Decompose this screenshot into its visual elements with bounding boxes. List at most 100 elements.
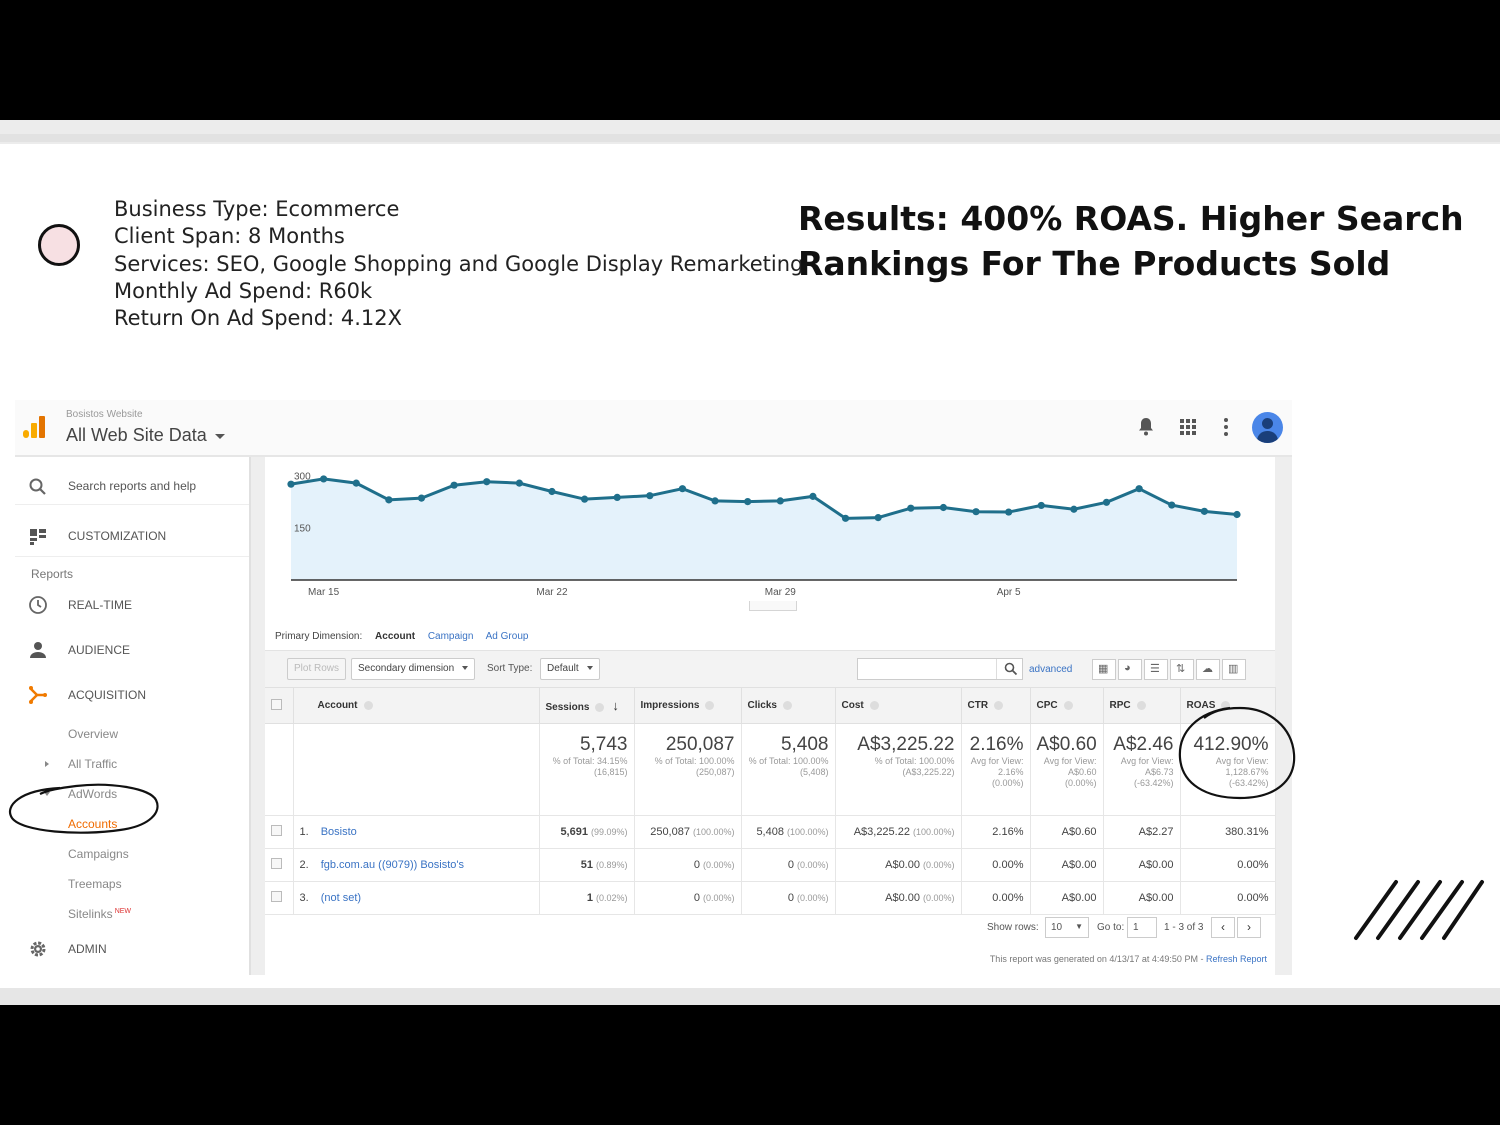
sort-type-dropdown[interactable]: Default	[540, 658, 600, 680]
account-link[interactable]: fgb.com.au ((9079)) Bosisto's	[321, 859, 464, 871]
dimension-ad-group[interactable]: Ad Group	[486, 631, 529, 642]
dimension-account[interactable]: Account	[375, 631, 415, 642]
apps-grid-icon[interactable]	[1176, 415, 1200, 439]
term-cloud-button[interactable]: ☁	[1196, 659, 1220, 680]
data-point[interactable]	[809, 492, 817, 500]
help-icon[interactable]	[782, 700, 792, 710]
account-link[interactable]: (not set)	[321, 892, 361, 904]
data-point[interactable]	[972, 508, 980, 516]
advanced-filter-link[interactable]: advanced	[1029, 664, 1072, 675]
help-icon[interactable]	[1136, 700, 1146, 710]
chart-resize-handle[interactable]	[749, 601, 797, 611]
data-point[interactable]	[320, 475, 328, 483]
data-point[interactable]	[483, 478, 491, 486]
row-checkbox[interactable]	[271, 858, 282, 869]
sidebar-item-customization[interactable]: CUSTOMIZATION	[15, 523, 249, 557]
data-point[interactable]	[646, 492, 654, 500]
col-rpc[interactable]: RPC	[1103, 687, 1181, 724]
account-link[interactable]: Bosisto	[321, 826, 357, 838]
sidebar-item-campaigns[interactable]: Campaigns	[68, 847, 129, 861]
secondary-dimension-dropdown[interactable]: Secondary dimension	[351, 658, 476, 680]
data-point[interactable]	[580, 495, 589, 503]
plot-rows-button[interactable]: Plot Rows	[287, 658, 347, 680]
data-point[interactable]	[385, 496, 393, 504]
row-checkbox[interactable]	[271, 891, 282, 902]
data-point[interactable]	[613, 493, 621, 502]
performance-view-button[interactable]: ☰	[1144, 659, 1168, 680]
help-icon[interactable]	[595, 702, 605, 712]
col-cpc[interactable]: CPC	[1030, 687, 1104, 724]
view-selector[interactable]: All Web Site Data	[66, 425, 225, 446]
table-search-input[interactable]	[857, 658, 1023, 680]
col-clicks[interactable]: Clicks	[741, 687, 836, 724]
data-point[interactable]	[417, 494, 426, 502]
sidebar-item-accounts[interactable]: Accounts	[68, 817, 117, 831]
slide-top-band	[0, 120, 1500, 144]
help-icon[interactable]	[869, 700, 879, 710]
data-point[interactable]	[352, 479, 360, 487]
help-icon[interactable]	[1063, 700, 1073, 710]
col-roas[interactable]: ROAS	[1180, 687, 1276, 724]
data-point[interactable]	[548, 487, 556, 496]
sidebar-item-adwords[interactable]: AdWords	[68, 787, 117, 801]
sidebar-item-audience[interactable]: AUDIENCE	[15, 640, 249, 664]
pie-view-button[interactable]: ◕	[1118, 659, 1142, 680]
prev-page-button[interactable]: ‹	[1211, 917, 1235, 938]
sidebar-item-admin[interactable]: ADMIN	[15, 939, 249, 963]
avatar[interactable]	[1252, 412, 1283, 443]
expand-icon[interactable]	[45, 761, 49, 767]
col-impressions[interactable]: Impressions	[634, 687, 742, 724]
sidebar-item-realtime[interactable]: REAL-TIME	[15, 595, 249, 619]
data-point[interactable]	[939, 503, 948, 512]
data-point[interactable]	[1168, 501, 1176, 509]
sidebar-item-all-traffic[interactable]: All Traffic	[68, 757, 117, 771]
data-point[interactable]	[744, 497, 752, 506]
data-point[interactable]	[1102, 498, 1111, 506]
y-tick-label: 300	[294, 471, 311, 482]
data-point[interactable]	[515, 479, 523, 487]
sidebar-item-overview[interactable]: Overview	[68, 727, 118, 741]
data-point[interactable]	[1037, 501, 1045, 510]
row-ctr: 0.00%	[961, 881, 1031, 915]
data-point[interactable]	[1233, 510, 1241, 519]
data-point[interactable]	[678, 485, 687, 493]
show-rows-select[interactable]: 10 ▼	[1045, 917, 1089, 938]
sidebar-item-treemaps[interactable]: Treemaps	[68, 877, 122, 891]
bell-icon[interactable]	[1134, 415, 1158, 439]
comparison-view-button[interactable]: ⇅	[1170, 659, 1194, 680]
sidebar-item-sitelinks[interactable]: Sitelinks NEW	[68, 907, 131, 921]
next-page-button[interactable]: ›	[1237, 917, 1261, 938]
col-sessions[interactable]: Sessions ↓	[539, 687, 635, 724]
table-view-button[interactable]: ▦	[1092, 659, 1116, 680]
col-ctr[interactable]: CTR	[961, 687, 1031, 724]
sidebar-search[interactable]: Search reports and help	[15, 471, 249, 505]
help-icon[interactable]	[1221, 700, 1231, 710]
data-point[interactable]	[1135, 485, 1143, 493]
col-cost[interactable]: Cost	[835, 687, 962, 724]
select-all-header[interactable]	[265, 687, 294, 724]
more-vert-icon[interactable]	[1214, 415, 1238, 439]
info-ad-spend: Monthly Ad Spend: R60k	[114, 278, 373, 303]
col-account[interactable]: Account	[293, 687, 540, 724]
row-checkbox[interactable]	[271, 825, 282, 836]
dimension-campaign[interactable]: Campaign	[428, 631, 474, 642]
search-icon[interactable]	[1004, 662, 1018, 676]
goto-input[interactable]: 1	[1127, 917, 1157, 938]
data-point[interactable]	[776, 497, 784, 505]
data-point[interactable]	[1005, 508, 1013, 516]
data-point[interactable]	[907, 504, 915, 512]
help-icon[interactable]	[994, 700, 1004, 710]
data-point[interactable]	[841, 514, 850, 522]
data-point[interactable]	[1200, 507, 1208, 515]
data-point[interactable]	[1070, 505, 1078, 513]
pivot-view-button[interactable]: ▥	[1222, 659, 1246, 680]
help-icon[interactable]	[363, 700, 373, 710]
data-point[interactable]	[874, 514, 882, 522]
sidebar-item-acquisition[interactable]: ACQUISITION	[15, 685, 249, 709]
help-icon[interactable]	[705, 700, 715, 710]
refresh-report-link[interactable]: Refresh Report	[1206, 954, 1267, 964]
select-all-checkbox[interactable]	[271, 698, 282, 710]
data-point[interactable]	[711, 497, 719, 505]
collapse-icon[interactable]	[44, 792, 50, 796]
data-point[interactable]	[450, 481, 458, 489]
